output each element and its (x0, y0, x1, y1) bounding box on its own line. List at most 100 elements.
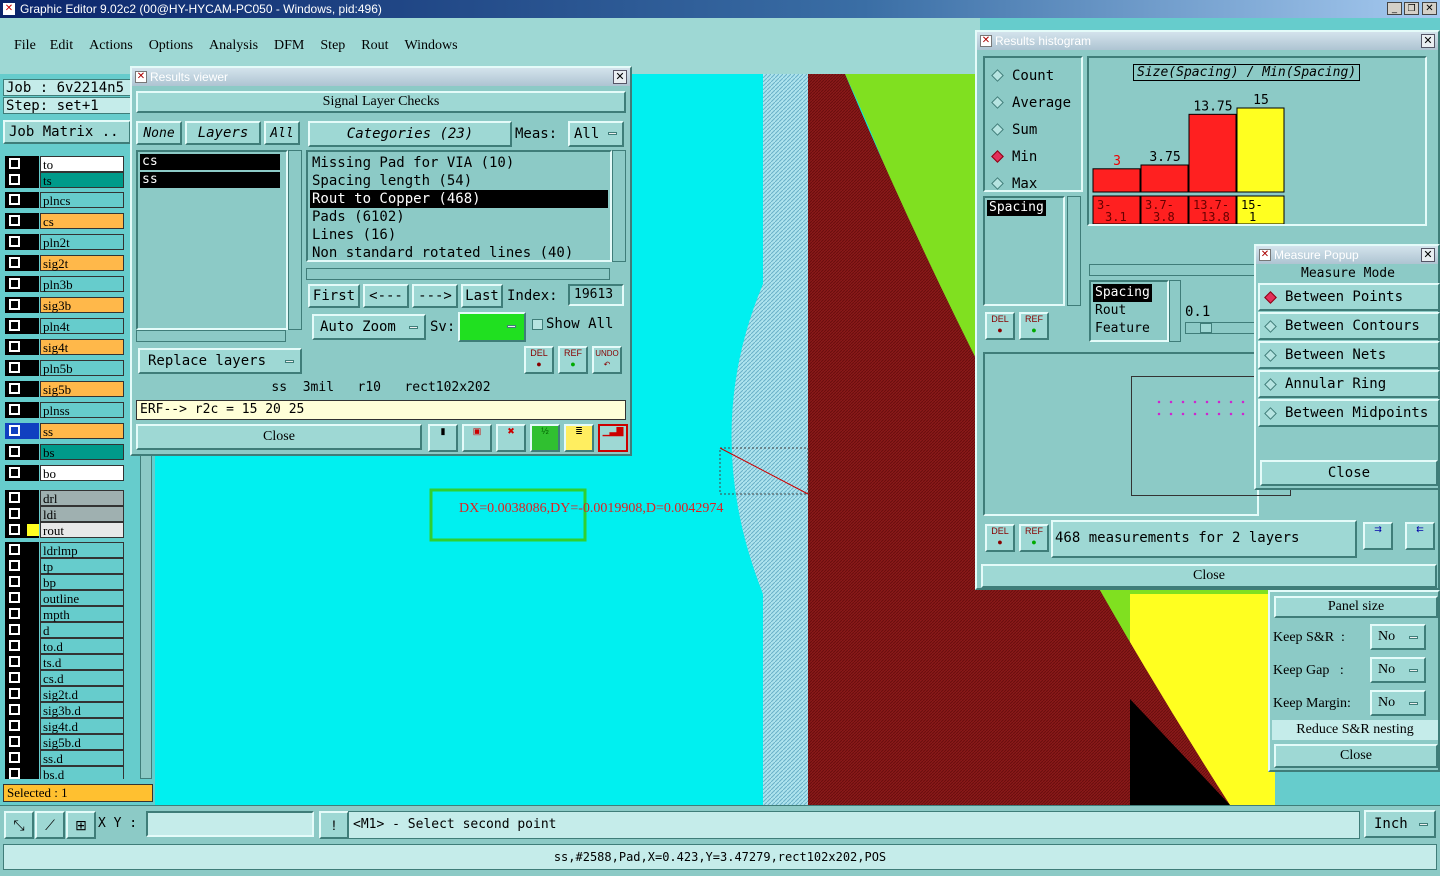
menu-analysis[interactable]: Analysis (209, 38, 258, 54)
categories-hscroll[interactable] (306, 268, 610, 280)
option-min[interactable]: Min (991, 143, 1071, 170)
layer-row-ldrlmp[interactable]: ldrlmp (5, 542, 125, 558)
keep-gap-dropdown[interactable]: No (1370, 657, 1426, 683)
layer-checkbox[interactable] (5, 750, 39, 766)
measure-popup-close-button[interactable]: Close (1260, 460, 1438, 486)
panel-close-button[interactable]: Close (1274, 744, 1438, 768)
layers-button[interactable]: Layers (185, 121, 261, 145)
layer-checkbox[interactable] (5, 297, 39, 313)
categories-list[interactable]: Missing Pad for VIA (10) Spacing length (… (306, 150, 612, 262)
left-results-list[interactable]: Spacing (983, 196, 1065, 306)
layer-row-pln2t[interactable]: pln2t (5, 234, 125, 250)
histogram-hscroll[interactable] (1089, 264, 1257, 276)
layer-checkbox[interactable] (5, 590, 39, 606)
layer-row-pln3b[interactable]: pln3b (5, 276, 125, 292)
screenshot-icon[interactable]: ▣ (462, 424, 492, 452)
units-dropdown[interactable]: Inch (1364, 810, 1436, 838)
layer-checkbox[interactable] (5, 670, 39, 686)
layer-checkbox[interactable] (5, 622, 39, 638)
highlight-icon[interactable]: ▮ (428, 424, 458, 452)
numbered-icon[interactable]: ½ (530, 424, 560, 452)
histogram-bar[interactable] (1236, 107, 1285, 193)
layer-row-bo[interactable]: bo (5, 465, 125, 481)
results-viewer-close-button[interactable]: Close (136, 424, 422, 450)
info-icon[interactable]: ! (319, 811, 349, 839)
layer-row-sig4t[interactable]: sig4t (5, 339, 125, 355)
layer-checkbox[interactable] (5, 192, 39, 208)
histogram-bar[interactable] (1188, 113, 1237, 193)
histogram-icon[interactable]: ▁▃▇ (598, 424, 628, 452)
layer-checkbox[interactable] (5, 638, 39, 654)
layer-row-sig5b.d[interactable]: sig5b.d (5, 734, 125, 750)
layer-row-d[interactable]: d (5, 622, 125, 638)
restore-button[interactable]: ❐ (1404, 2, 1419, 15)
layer-row-bs.d[interactable]: bs.d (5, 766, 125, 779)
keep-margin-dropdown[interactable]: No (1370, 690, 1426, 716)
layer-checkbox[interactable] (5, 360, 39, 376)
layer-row-cs[interactable]: cs (5, 213, 125, 229)
category-item[interactable]: Rout to Copper (468) (310, 190, 608, 208)
layer-checkbox[interactable] (5, 558, 39, 574)
sv-color-dropdown[interactable] (458, 312, 526, 342)
layer-row-rout[interactable]: rout (5, 522, 125, 538)
close-window-button[interactable]: ✕ (1422, 2, 1437, 15)
layer-row-sig5b[interactable]: sig5b (5, 381, 125, 397)
layer-row-ts[interactable]: ts (5, 172, 125, 188)
layer-checkbox[interactable] (5, 654, 39, 670)
layer-checkbox[interactable] (5, 702, 39, 718)
export-icon-2[interactable]: ⇇ (1405, 522, 1435, 550)
layer-row-sig2t[interactable]: sig2t (5, 255, 125, 271)
histogram-close-button[interactable]: Close (981, 564, 1437, 588)
layer-checkbox[interactable] (5, 444, 39, 460)
left-results-scroll[interactable] (1067, 196, 1081, 306)
layer-result-item[interactable]: ss (140, 172, 280, 188)
histogram-bar[interactable] (1092, 168, 1141, 193)
option-max[interactable]: Max (991, 170, 1071, 197)
menu-rout[interactable]: Rout (361, 38, 388, 54)
option-sum[interactable]: Sum (991, 116, 1071, 143)
index-input[interactable]: 19613 (568, 284, 624, 306)
xy-input[interactable] (146, 811, 314, 837)
last-button[interactable]: Last (461, 284, 503, 308)
layer-result-item[interactable]: cs (140, 154, 280, 170)
close-icon[interactable]: ✕ (1421, 248, 1435, 262)
layer-row-to.d[interactable]: to.d (5, 638, 125, 654)
first-button[interactable]: First (308, 284, 360, 308)
pointer-icon[interactable]: ⤡ (4, 811, 34, 839)
measure-type-item[interactable]: Spacing (1093, 284, 1152, 302)
layer-row-sig3b[interactable]: sig3b (5, 297, 125, 313)
layer-row-ss.d[interactable]: ss.d (5, 750, 125, 766)
layer-checkbox[interactable] (5, 465, 39, 481)
measure-type-list[interactable]: Spacing Rout Feature (1089, 280, 1169, 342)
layer-results-list[interactable]: cs ss (136, 150, 288, 330)
menu-edit[interactable]: Edit (50, 38, 73, 54)
layer-row-sig4t.d[interactable]: sig4t.d (5, 718, 125, 734)
ref-icon[interactable]: REF ● (558, 346, 588, 374)
layer-checkbox[interactable] (5, 172, 39, 188)
grid-icon[interactable]: ⊞ (66, 811, 96, 839)
layer-row-pln4t[interactable]: pln4t (5, 318, 125, 334)
layer-checkbox[interactable] (5, 522, 39, 538)
job-matrix-button[interactable]: Job Matrix .. (3, 120, 131, 144)
measure-tool-icon[interactable]: ⟋ (35, 811, 65, 839)
replace-layers-dropdown[interactable]: Replace layers (138, 348, 302, 374)
category-item[interactable]: Lines (16) (310, 226, 608, 244)
export-icon-1[interactable]: ⇉ (1363, 522, 1393, 550)
layer-row-drl[interactable]: drl (5, 490, 125, 506)
menu-dfm[interactable]: DFM (274, 38, 304, 54)
slider-thumb[interactable] (1200, 323, 1212, 333)
menu-options[interactable]: Options (149, 38, 193, 54)
layer-checkbox[interactable] (5, 766, 39, 779)
all-button[interactable]: All (264, 121, 300, 145)
layer-row-ss[interactable]: ss (5, 423, 125, 439)
layer-row-to[interactable]: to (5, 156, 125, 172)
layer-row-sig3b.d[interactable]: sig3b.d (5, 702, 125, 718)
layer-row-bs[interactable]: bs (5, 444, 125, 460)
categories-button[interactable]: Categories (23) (308, 121, 512, 147)
next-button[interactable]: ---> (412, 284, 458, 308)
hist-ref2-icon[interactable]: REF ● (1019, 524, 1049, 552)
category-item[interactable]: Pads (6102) (310, 208, 608, 226)
layer-checkbox[interactable] (5, 234, 39, 250)
category-item[interactable]: Non standard rotated lines (40) (310, 244, 608, 260)
layer-row-tp[interactable]: tp (5, 558, 125, 574)
